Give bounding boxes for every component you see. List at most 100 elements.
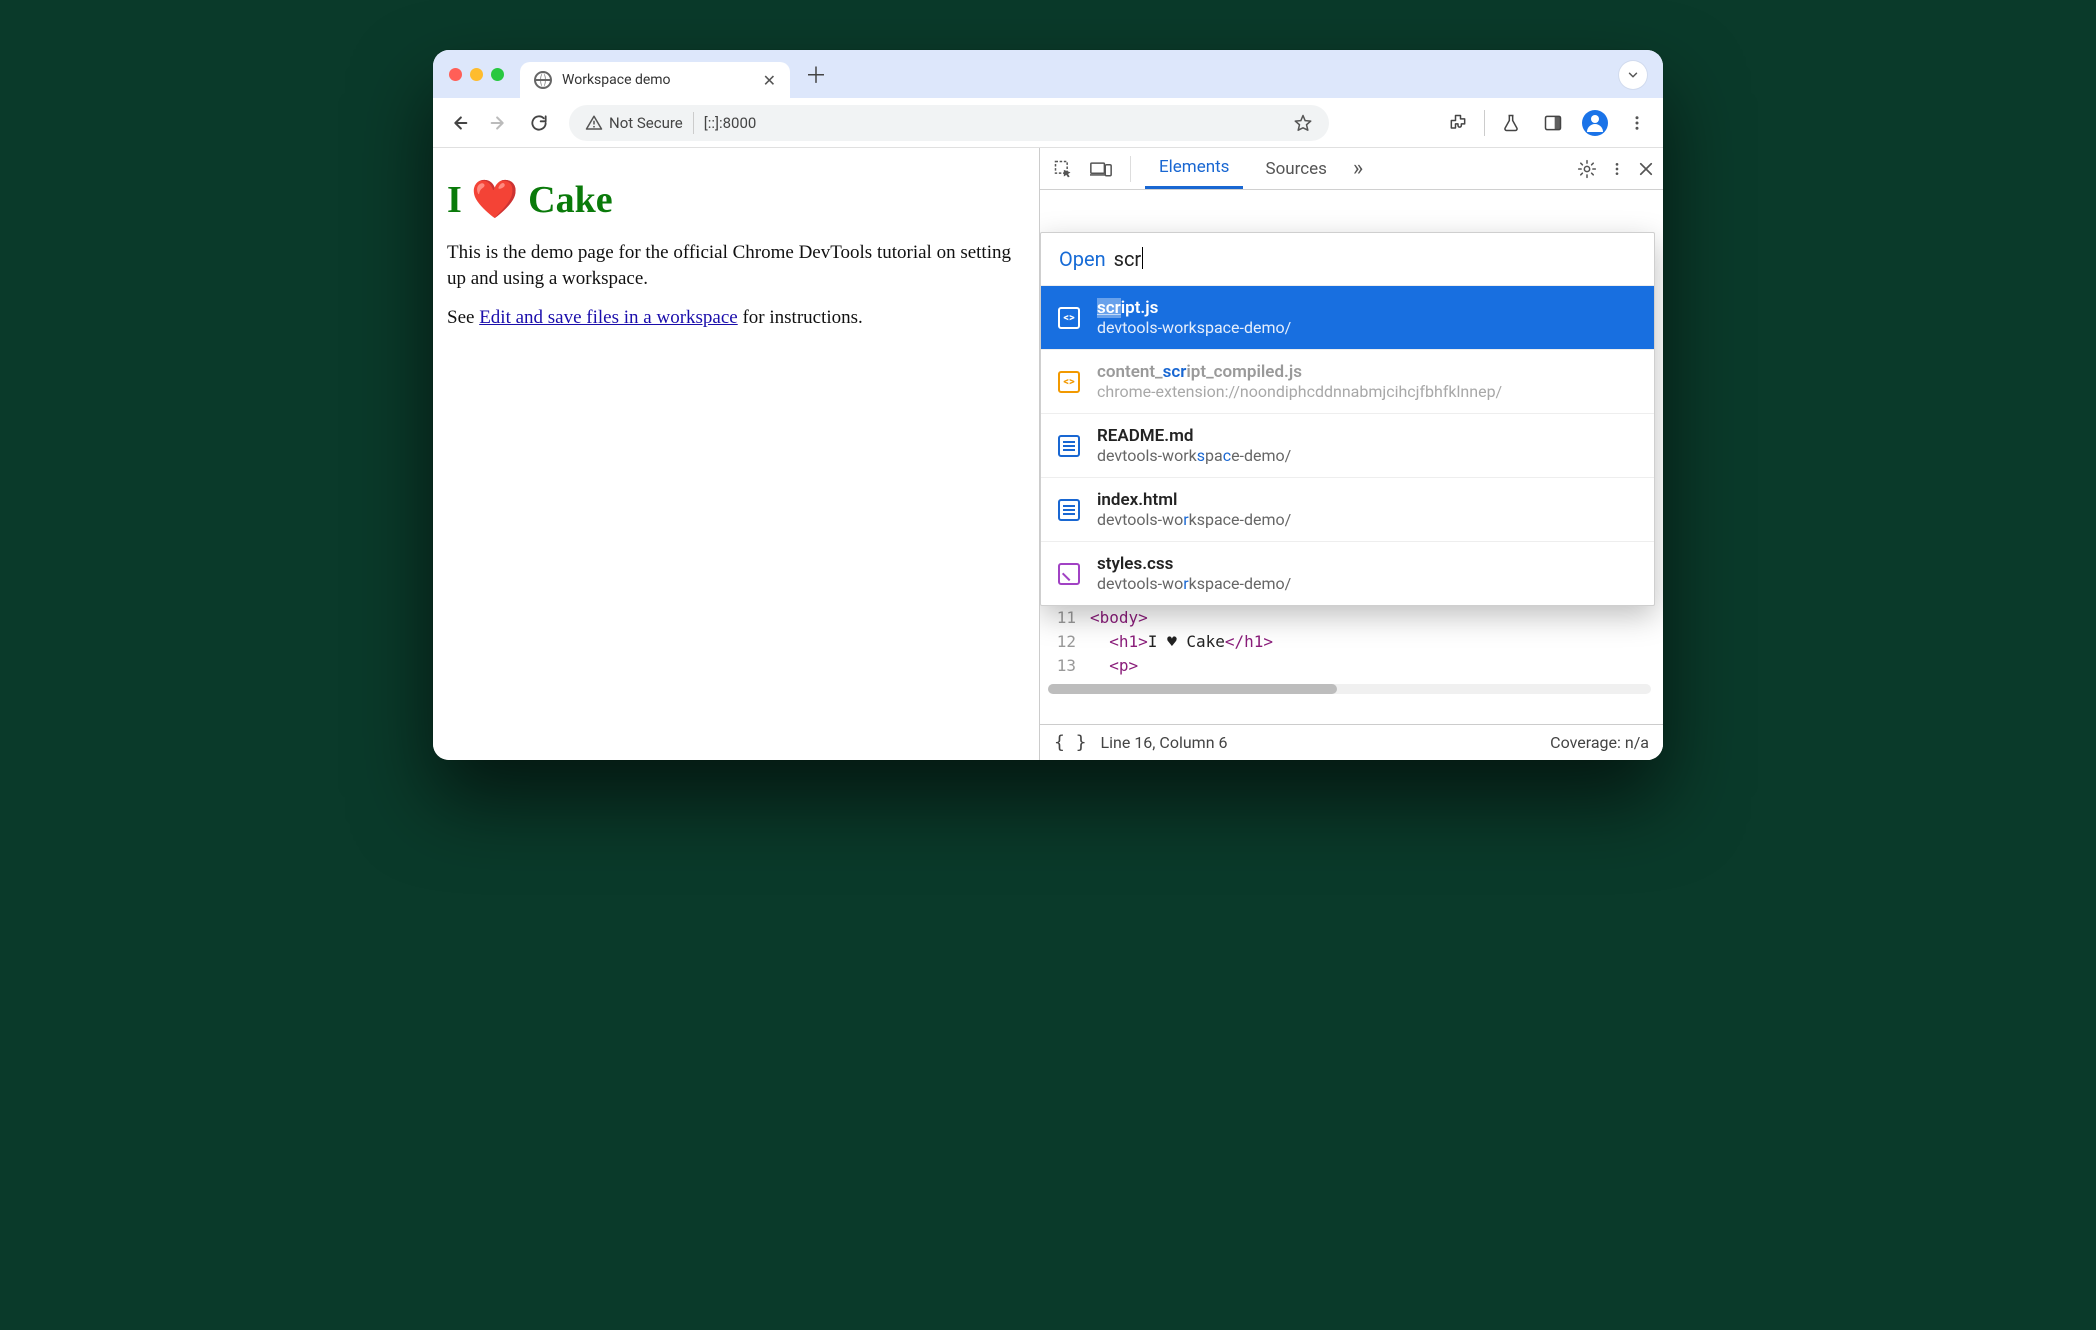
js-file-icon: <> xyxy=(1058,307,1080,329)
labs-button[interactable] xyxy=(1495,107,1527,139)
browser-tab[interactable]: Workspace demo ✕ xyxy=(520,62,790,98)
separator xyxy=(1484,110,1485,136)
devtools-close-button[interactable] xyxy=(1637,160,1655,178)
result-name: index.html xyxy=(1097,490,1291,510)
extensions-button[interactable] xyxy=(1442,107,1474,139)
minimize-window-button[interactable] xyxy=(470,68,483,81)
warning-icon xyxy=(585,114,603,132)
chrome-menu-button[interactable] xyxy=(1621,107,1653,139)
code-text: I ♥ Cake xyxy=(1148,630,1225,654)
tab-sources[interactable]: Sources xyxy=(1251,148,1340,189)
separator xyxy=(693,112,694,134)
tab-title: Workspace demo xyxy=(562,72,753,88)
rendered-page: I ❤️ Cake This is the demo page for the … xyxy=(433,148,1039,760)
star-icon xyxy=(1293,113,1313,133)
quick-open-result[interactable]: README.md devtools-workspace-demo/ xyxy=(1041,413,1654,477)
device-toolbar-button[interactable] xyxy=(1086,154,1116,184)
line-number: 11 xyxy=(1050,606,1090,630)
devtools-panel: Elements Sources » xyxy=(1039,148,1663,760)
p2-pre: See xyxy=(447,307,479,328)
security-label: Not Secure xyxy=(609,114,683,132)
flask-icon xyxy=(1501,113,1521,133)
result-path: devtools-workspace-demo/ xyxy=(1097,510,1291,529)
page-paragraph-2: See Edit and save files in a workspace f… xyxy=(447,305,1025,331)
tabs-menu-button[interactable] xyxy=(1619,61,1647,89)
toolbar-right xyxy=(1442,107,1653,139)
content-area: I ❤️ Cake This is the demo page for the … xyxy=(433,148,1663,760)
close-icon xyxy=(1637,160,1655,178)
result-path: devtools-workspace-demo/ xyxy=(1097,574,1291,593)
forward-button[interactable] xyxy=(483,107,515,139)
new-tab-button[interactable]: ＋ xyxy=(800,58,832,90)
heart-icon: ❤️ xyxy=(471,179,518,221)
scrollbar-thumb[interactable] xyxy=(1048,684,1337,694)
document-file-icon xyxy=(1058,435,1080,457)
quick-open-dialog: Open scr <> script.js devtools-workspace… xyxy=(1040,232,1655,606)
tab-strip: Workspace demo ✕ ＋ xyxy=(433,50,1663,98)
quick-open-results: <> script.js devtools-workspace-demo/ <>… xyxy=(1041,285,1654,605)
puzzle-icon xyxy=(1448,113,1468,133)
result-name: content_ xyxy=(1097,362,1163,382)
code-text: <body> xyxy=(1090,606,1148,630)
result-name: ipt.js xyxy=(1121,298,1159,318)
side-panel-button[interactable] xyxy=(1537,107,1569,139)
text-caret xyxy=(1142,247,1143,269)
chevron-down-icon xyxy=(1626,68,1640,82)
line-number: 13 xyxy=(1050,654,1090,678)
cursor-position: Line 16, Column 6 xyxy=(1101,733,1228,752)
quick-open-header: Open scr xyxy=(1041,233,1654,285)
avatar-icon xyxy=(1582,110,1608,136)
reload-button[interactable] xyxy=(523,107,555,139)
js-file-icon: <> xyxy=(1058,371,1080,393)
tutorial-link[interactable]: Edit and save files in a workspace xyxy=(479,307,738,328)
profile-button[interactable] xyxy=(1579,107,1611,139)
close-window-button[interactable] xyxy=(449,68,462,81)
zoom-window-button[interactable] xyxy=(491,68,504,81)
toolbar: Not Secure [::]:8000 xyxy=(433,98,1663,148)
globe-icon xyxy=(534,71,552,89)
quick-open-result[interactable]: <> content_script_compiled.js chrome-ext… xyxy=(1041,349,1654,413)
bookmark-button[interactable] xyxy=(1293,113,1313,133)
close-tab-button[interactable]: ✕ xyxy=(763,71,776,90)
gear-icon xyxy=(1577,159,1597,179)
result-name: styles.css xyxy=(1097,554,1291,574)
quick-open-result[interactable]: styles.css devtools-workspace-demo/ xyxy=(1041,541,1654,605)
quick-open-input[interactable]: scr xyxy=(1114,247,1144,271)
kebab-icon xyxy=(1628,114,1646,132)
p2-post: for instructions. xyxy=(738,307,863,328)
result-name: README.md xyxy=(1097,426,1291,446)
back-button[interactable] xyxy=(443,107,475,139)
quick-open-label: Open xyxy=(1059,247,1106,271)
kebab-icon xyxy=(1609,159,1625,179)
line-number: 12 xyxy=(1050,630,1090,654)
document-file-icon xyxy=(1058,499,1080,521)
inspect-icon xyxy=(1053,159,1073,179)
result-path: chrome-extension://noondiphcddnnabmjcihc… xyxy=(1097,382,1502,401)
quick-open-result[interactable]: index.html devtools-workspace-demo/ xyxy=(1041,477,1654,541)
editor-area: Open scr <> script.js devtools-workspace… xyxy=(1040,190,1663,724)
arrow-left-icon xyxy=(448,112,470,134)
tab-elements[interactable]: Elements xyxy=(1145,148,1243,189)
url-text: [::]:8000 xyxy=(704,114,757,132)
panel-icon xyxy=(1543,113,1563,133)
page-paragraph-1: This is the demo page for the official C… xyxy=(447,240,1025,291)
security-chip[interactable]: Not Secure xyxy=(585,114,683,132)
heading-text-post: Cake xyxy=(519,179,613,221)
inspect-element-button[interactable] xyxy=(1048,154,1078,184)
more-tabs-button[interactable]: » xyxy=(1353,156,1363,181)
browser-window: Workspace demo ✕ ＋ Not Secure [::]:8000 xyxy=(433,50,1663,760)
devtools-settings-button[interactable] xyxy=(1577,159,1597,179)
code-text: </h1> xyxy=(1225,630,1273,654)
pretty-print-button[interactable]: { } xyxy=(1054,732,1087,753)
quick-open-result[interactable]: <> script.js devtools-workspace-demo/ xyxy=(1041,285,1654,349)
arrow-right-icon xyxy=(488,112,510,134)
devtools-menu-button[interactable] xyxy=(1609,159,1625,179)
heading-text-pre: I xyxy=(447,179,471,221)
result-path: devtools-workspace-demo/ xyxy=(1097,446,1291,465)
address-bar[interactable]: Not Secure [::]:8000 xyxy=(569,105,1329,141)
match-text: scr xyxy=(1097,298,1121,318)
horizontal-scrollbar[interactable] xyxy=(1048,684,1651,694)
match-text: scr xyxy=(1163,362,1187,382)
quick-open-query: scr xyxy=(1114,247,1142,271)
window-controls xyxy=(449,68,504,81)
